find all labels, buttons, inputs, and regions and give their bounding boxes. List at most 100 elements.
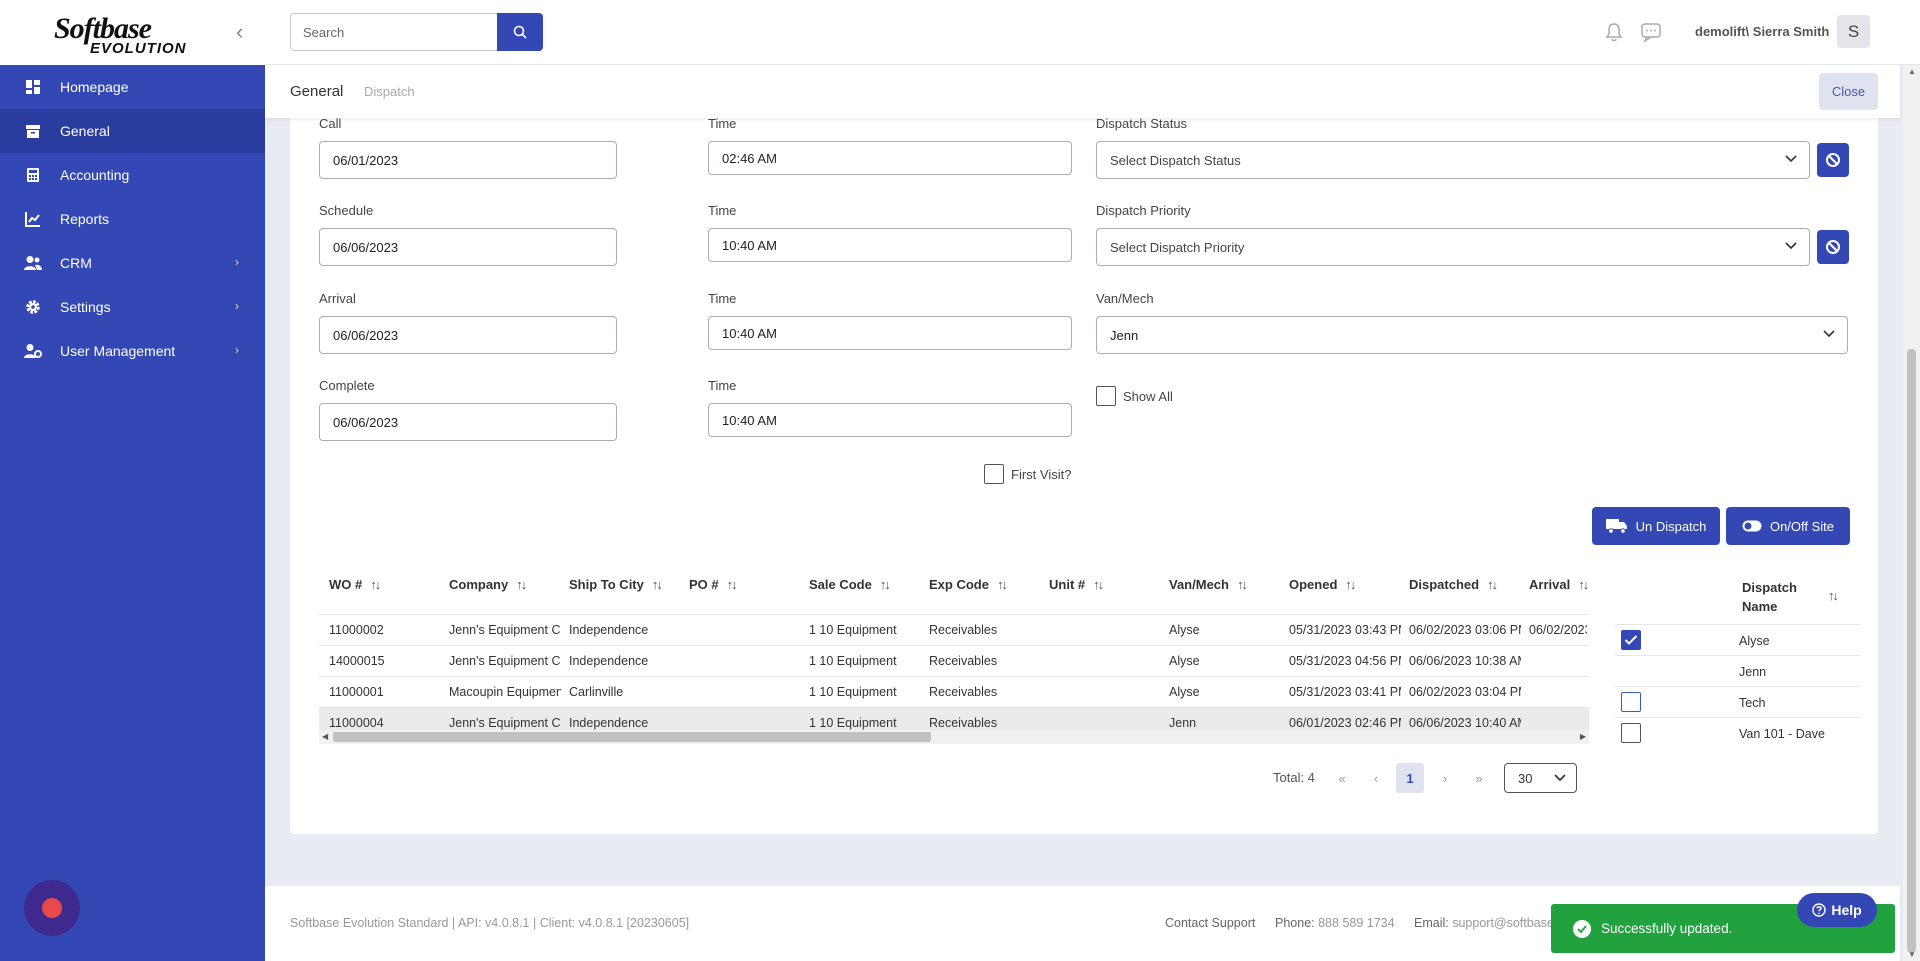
- username[interactable]: demolift\ Sierra Smith: [1695, 24, 1829, 39]
- scroll-down-icon[interactable]: ▼: [1908, 950, 1916, 959]
- logo-area: Softbase EVOLUTION ‹: [0, 0, 265, 65]
- scroll-left-icon[interactable]: ◀: [322, 732, 328, 741]
- call-date-field[interactable]: 06/01/2023: [319, 141, 617, 179]
- dispatch-name-row[interactable]: [1615, 624, 1860, 655]
- sidebar-item-label: CRM: [60, 255, 92, 271]
- collapse-sidebar-icon[interactable]: ‹: [236, 21, 243, 43]
- sidebar-item-reports[interactable]: Reports: [0, 197, 265, 241]
- next-page-icon[interactable]: ›: [1431, 763, 1459, 793]
- email-label: Email:: [1414, 916, 1449, 930]
- top-header: demolift\ Sierra Smith S: [265, 0, 1920, 65]
- record-button[interactable]: [24, 880, 80, 936]
- avatar[interactable]: S: [1837, 15, 1870, 48]
- sidebar-item-homepage[interactable]: Homepage: [0, 65, 265, 109]
- cell-opened: 05/31/2023 04:56 PM: [1289, 654, 1401, 668]
- cell-sale-code: 1 10 Equipment: [809, 685, 897, 699]
- sort-icon[interactable]: ↑↓: [1828, 588, 1839, 603]
- dispatch-name-header[interactable]: Dispatch Name: [1742, 578, 1797, 616]
- sidebar-item-label: Settings: [60, 299, 111, 315]
- cell-vanmech: Jenn: [1169, 716, 1197, 730]
- schedule-date-field[interactable]: 06/06/2023: [319, 228, 617, 266]
- sidebar-item-settings[interactable]: Settings ›: [0, 285, 265, 329]
- scrollbar-thumb[interactable]: [333, 732, 931, 742]
- un-dispatch-button[interactable]: Un Dispatch: [1592, 507, 1720, 545]
- sidebar-item-accounting[interactable]: Accounting: [0, 153, 265, 197]
- complete-time-label: Time: [708, 378, 737, 393]
- first-visit-label: First Visit?: [1011, 467, 1072, 482]
- column-header-opened[interactable]: Opened ↑↓: [1289, 577, 1356, 592]
- column-label: WO #: [329, 577, 363, 592]
- table-horizontal-scrollbar[interactable]: ◀ ▶: [319, 730, 1589, 744]
- sort-icon: ↑↓: [1236, 577, 1248, 592]
- on-off-site-button[interactable]: On/Off Site: [1726, 507, 1850, 545]
- dispatch-name-checkbox[interactable]: [1621, 692, 1641, 712]
- close-button[interactable]: Close: [1819, 73, 1878, 110]
- scroll-up-icon[interactable]: ▲: [1908, 67, 1916, 76]
- clear-dispatch-priority-button[interactable]: [1817, 230, 1849, 264]
- dispatch-priority-select[interactable]: Select Dispatch Priority: [1096, 228, 1810, 266]
- column-header-wo[interactable]: WO # ↑↓: [329, 577, 381, 592]
- bell-icon[interactable]: [1605, 22, 1623, 45]
- column-label: Exp Code: [929, 577, 989, 592]
- arrival-time-field[interactable]: 10:40 AM: [708, 316, 1072, 350]
- page-size-select[interactable]: 30: [1504, 763, 1577, 793]
- sidebar-item-label: Homepage: [60, 79, 129, 95]
- table-row[interactable]: 11000001 Macoupin Equipment Carlinville …: [319, 676, 1589, 707]
- complete-date-field[interactable]: 06/06/2023: [319, 403, 617, 441]
- page-current[interactable]: 1: [1396, 763, 1424, 793]
- column-header-company[interactable]: Company ↑↓: [449, 577, 527, 592]
- scrollbar-thumb[interactable]: [1907, 349, 1916, 953]
- column-header-ship-to-city[interactable]: Ship To City ↑↓: [569, 577, 663, 592]
- sidebar-item-crm[interactable]: CRM ›: [0, 241, 265, 285]
- dispatch-name-row[interactable]: [1615, 686, 1860, 717]
- sidebar-item-general[interactable]: General: [0, 109, 265, 153]
- complete-label: Complete: [319, 378, 375, 393]
- show-all-checkbox[interactable]: [1096, 386, 1116, 406]
- column-header-po[interactable]: PO # ↑↓: [689, 577, 738, 592]
- sort-icon: ↑↓: [726, 577, 738, 592]
- column-header-dispatched[interactable]: Dispatched ↑↓: [1409, 577, 1498, 592]
- search-button[interactable]: [497, 13, 543, 51]
- cell-dispatched: 06/06/2023 10:38 AM: [1409, 654, 1521, 668]
- vanmech-select[interactable]: Jenn: [1096, 316, 1848, 354]
- column-header-arrival[interactable]: Arrival ↑↓: [1529, 577, 1589, 592]
- search-input[interactable]: [290, 13, 497, 51]
- chat-icon[interactable]: [1640, 22, 1662, 45]
- dispatch-name-header-line2: Name: [1742, 599, 1778, 614]
- arrival-date-field[interactable]: 06/06/2023: [319, 316, 617, 354]
- scroll-right-icon[interactable]: ▶: [1580, 732, 1586, 741]
- column-label: Arrival: [1529, 577, 1571, 592]
- first-visit-checkbox[interactable]: [984, 464, 1004, 484]
- clear-dispatch-status-button[interactable]: [1817, 143, 1849, 177]
- dispatch-name-checkbox[interactable]: [1621, 630, 1641, 650]
- last-page-icon[interactable]: »: [1465, 763, 1493, 793]
- cell-vanmech: Alyse: [1169, 654, 1200, 668]
- cell-ship-to-city: Independence: [569, 716, 649, 730]
- dispatch-name-row[interactable]: [1615, 655, 1860, 686]
- page-vertical-scrollbar[interactable]: ▲ ▼: [1903, 65, 1920, 961]
- column-header-sale-code[interactable]: Sale Code ↑↓: [809, 577, 891, 592]
- breadcrumb-general[interactable]: General: [290, 83, 343, 100]
- table-row[interactable]: 11000002 Jenn's Equipment Co Independenc…: [319, 614, 1589, 645]
- dispatch-status-value: Select Dispatch Status: [1110, 152, 1241, 168]
- help-button[interactable]: Help: [1797, 893, 1877, 927]
- dispatch-priority-label: Dispatch Priority: [1096, 203, 1191, 218]
- sidebar-item-user-management[interactable]: User Management ›: [0, 329, 265, 373]
- show-all-label: Show All: [1123, 389, 1173, 404]
- call-time-field[interactable]: 02:46 AM: [708, 141, 1072, 175]
- column-header-exp-code[interactable]: Exp Code ↑↓: [929, 577, 1008, 592]
- footer-email[interactable]: Email: support@softbase.com: [1414, 916, 1564, 930]
- dispatch-status-select[interactable]: Select Dispatch Status: [1096, 141, 1810, 179]
- dispatch-name-checkbox[interactable]: [1621, 723, 1641, 743]
- schedule-time-field[interactable]: 10:40 AM: [708, 228, 1072, 262]
- logo[interactable]: Softbase EVOLUTION: [54, 14, 186, 59]
- phone-value: 888 589 1734: [1318, 916, 1395, 930]
- table-row[interactable]: 14000015 Jenn's Equipment Co Independenc…: [319, 645, 1589, 676]
- column-header-unit[interactable]: Unit # ↑↓: [1049, 577, 1104, 592]
- contact-support-link[interactable]: Contact Support: [1165, 916, 1255, 930]
- prev-page-icon[interactable]: ‹: [1362, 763, 1390, 793]
- first-page-icon[interactable]: «: [1328, 763, 1356, 793]
- cell-sale-code: 1 10 Equipment: [809, 623, 897, 637]
- complete-time-field[interactable]: 10:40 AM: [708, 403, 1072, 437]
- column-header-vanmech[interactable]: Van/Mech ↑↓: [1169, 577, 1248, 592]
